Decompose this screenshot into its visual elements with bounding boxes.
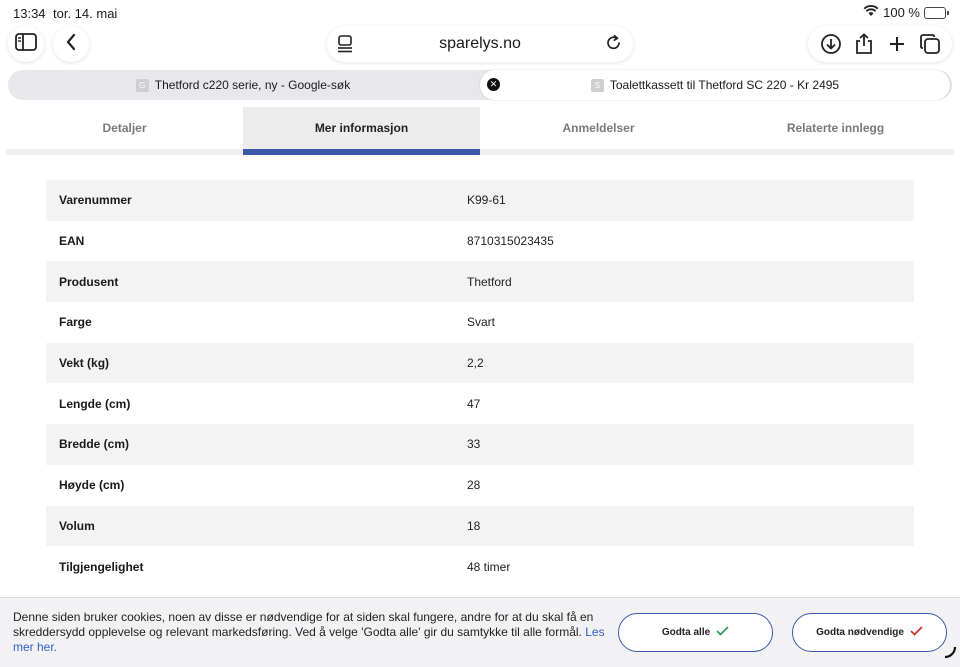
- tab-favicon: G: [135, 78, 149, 92]
- spec-value: Svart: [467, 315, 496, 330]
- spec-value: 48 timer: [467, 559, 511, 574]
- cookie-message: Denne siden bruker cookies, noen av diss…: [13, 610, 594, 639]
- battery-percent: 100 %: [883, 5, 920, 20]
- checkmark-icon: [910, 626, 923, 639]
- spec-value: 8710315023435: [467, 234, 554, 249]
- address-domain: sparelys.no: [439, 35, 521, 52]
- accept-all-label: Godta alle: [661, 627, 711, 638]
- table-row: Produsent Thetford: [46, 261, 914, 303]
- spec-value: 2,2: [467, 356, 484, 371]
- accept-all-button[interactable]: Godta alle: [618, 613, 773, 652]
- share-icon[interactable]: [852, 32, 876, 56]
- sidebar-icon: [15, 32, 37, 56]
- cookie-text: Denne siden bruker cookies, noen av diss…: [13, 610, 608, 655]
- spec-key: Vekt (kg): [59, 356, 110, 371]
- spec-value: 33: [467, 437, 481, 452]
- spec-key: Produsent: [59, 274, 119, 289]
- tab-favicon: S: [590, 78, 604, 92]
- spec-value: 18: [467, 518, 481, 533]
- table-row: Farge Svart: [46, 302, 914, 343]
- accept-necessary-label: Godta nødvendige: [816, 627, 904, 638]
- tab-bar: G Thetford c220 serie, ny - Google-søk ✕…: [8, 70, 952, 100]
- table-row: Volum 18: [46, 505, 914, 547]
- table-row: Lengde (cm) 47: [46, 383, 914, 424]
- spec-key: Tilgjengelighet: [59, 559, 144, 574]
- spec-key: Bredde (cm): [59, 437, 130, 452]
- product-tabs: Detaljer Mer informasjon Anmeldelser Rel…: [6, 107, 954, 155]
- spec-table: Varenummer K99-61 EAN 8710315023435 Produs…: [46, 180, 914, 587]
- tab-related-posts[interactable]: Relaterte innlegg: [717, 107, 954, 149]
- wifi-icon: [863, 5, 879, 20]
- download-icon[interactable]: [819, 32, 843, 56]
- browser-toolbar: sparelys.no: [0, 26, 960, 66]
- spec-key: Volum: [59, 518, 95, 533]
- tab-details[interactable]: Detaljer: [6, 107, 243, 149]
- spec-value: K99-61: [467, 193, 506, 208]
- tabs-overview-icon[interactable]: [918, 32, 942, 56]
- battery-icon: [924, 6, 949, 19]
- tab-label: Toalettkassett til Thetford SC 220 - Kr …: [609, 78, 840, 92]
- accept-necessary-button[interactable]: Godta nødvendige: [792, 613, 947, 652]
- reader-icon[interactable]: [337, 35, 353, 58]
- spec-key: Høyde (cm): [59, 478, 125, 493]
- address-bar[interactable]: sparelys.no: [327, 26, 633, 62]
- table-row: Tilgjengelighet 48 timer: [46, 546, 914, 587]
- status-bar: 13:34 tor. 14. mai 100 %: [0, 0, 960, 26]
- toolbar-actions: [808, 26, 952, 62]
- new-tab-icon[interactable]: [885, 32, 909, 56]
- tab-sparelys[interactable]: ✕ S Toalettkassett til Thetford SC 220 -…: [480, 70, 950, 100]
- status-right: 100 %: [863, 5, 949, 20]
- spec-key: Farge: [59, 315, 92, 330]
- sidebar-button[interactable]: [8, 26, 44, 62]
- table-row: EAN 8710315023435: [46, 221, 914, 262]
- tab-google[interactable]: G Thetford c220 serie, ny - Google-søk: [8, 70, 478, 100]
- spec-key: Lengde (cm): [59, 396, 131, 411]
- spec-value: 47: [467, 396, 481, 411]
- back-button[interactable]: [53, 26, 89, 62]
- chevron-left-icon: [65, 33, 77, 56]
- table-row: Bredde (cm) 33: [46, 424, 914, 465]
- spec-key: EAN: [59, 234, 85, 249]
- status-date: tor. 14. mai: [53, 6, 118, 21]
- checkmark-icon: [716, 626, 729, 639]
- tab-more-info[interactable]: Mer informasjon: [243, 107, 480, 155]
- close-icon[interactable]: ✕: [487, 78, 500, 91]
- spec-key: Varenummer: [59, 193, 132, 208]
- table-row: Vekt (kg) 2,2: [46, 342, 914, 384]
- resize-corner-icon: [943, 645, 957, 664]
- table-row: Høyde (cm) 28: [46, 465, 914, 506]
- tab-reviews[interactable]: Anmeldelser: [480, 107, 717, 149]
- cookie-banner: Denne siden bruker cookies, noen av diss…: [0, 597, 960, 667]
- reload-icon[interactable]: [605, 34, 623, 57]
- tab-label: Thetford c220 serie, ny - Google-søk: [154, 78, 351, 92]
- status-time: 13:34: [13, 6, 46, 21]
- table-row: Varenummer K99-61: [46, 180, 914, 221]
- spec-value: 28: [467, 478, 481, 493]
- spec-value: Thetford: [467, 274, 512, 289]
